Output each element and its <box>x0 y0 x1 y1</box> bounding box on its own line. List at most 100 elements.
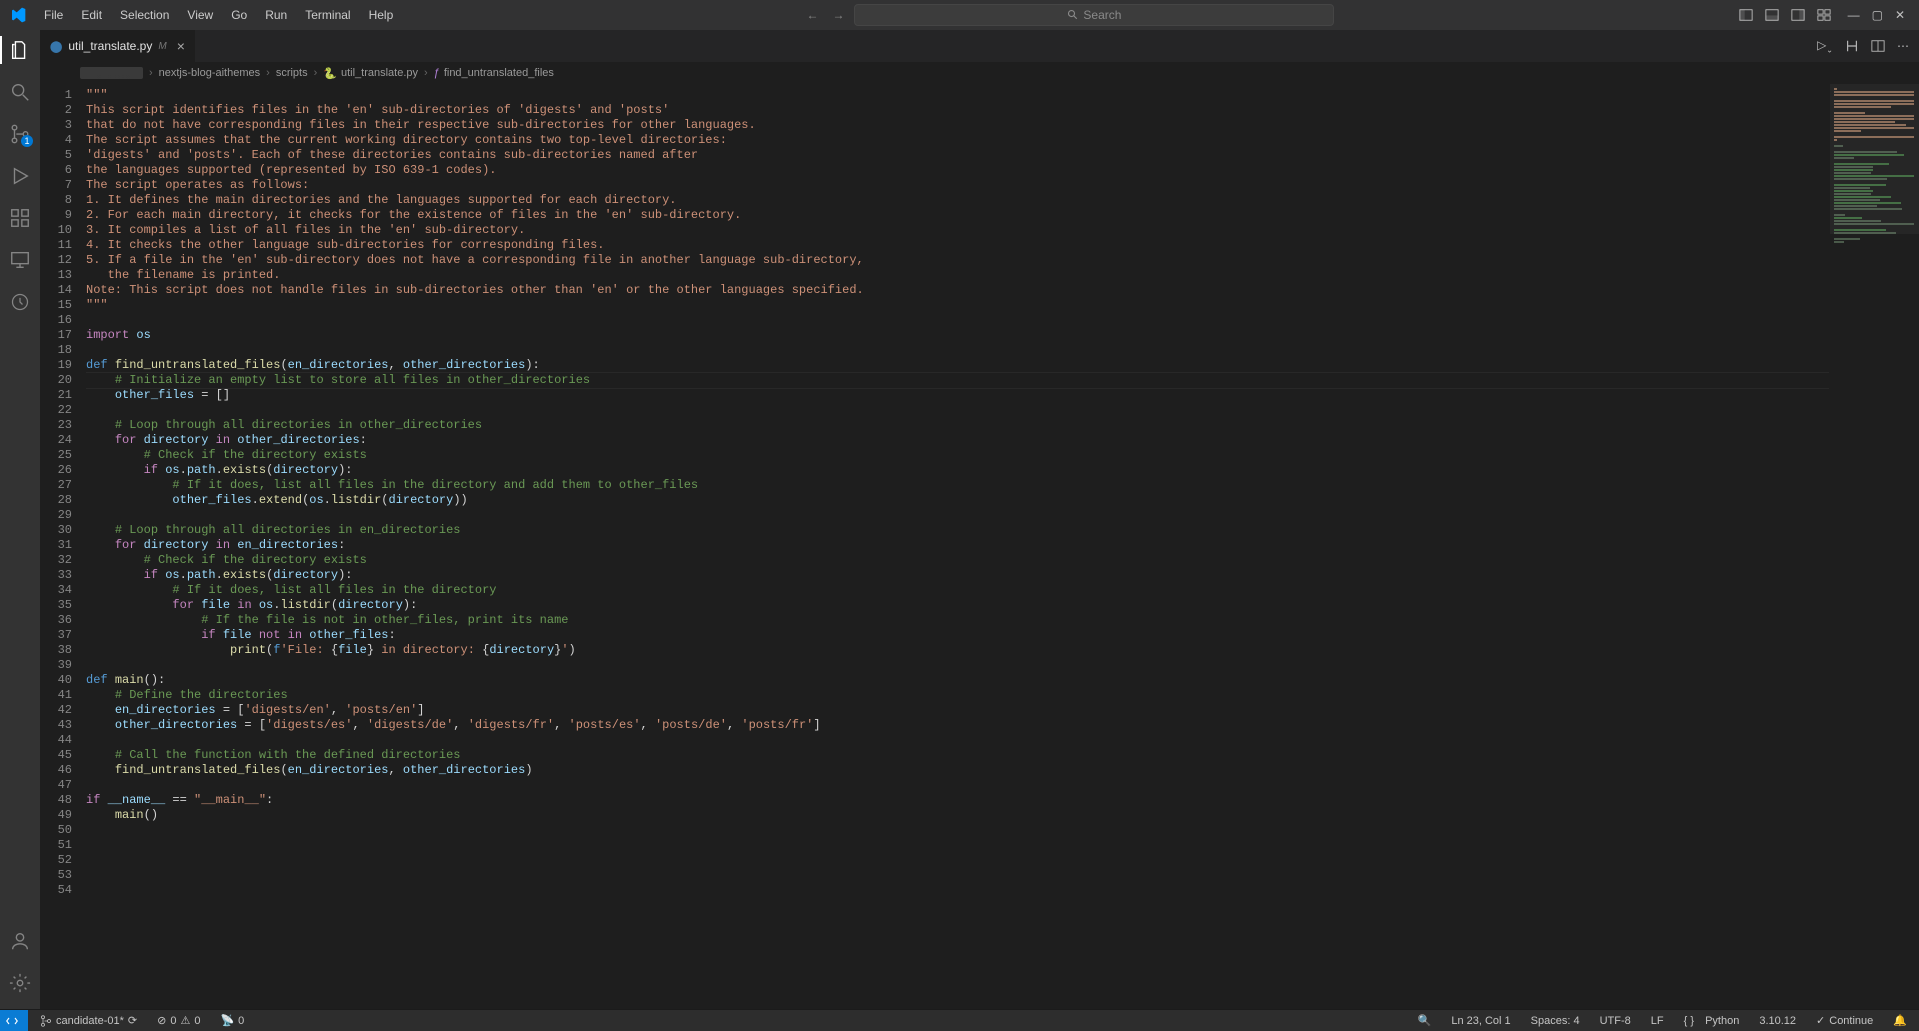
explorer-icon[interactable] <box>8 38 32 62</box>
customize-layout-icon[interactable] <box>1816 7 1832 23</box>
remote-explorer-icon[interactable] <box>8 248 32 272</box>
menu-terminal[interactable]: Terminal <box>297 4 358 26</box>
layout-panel-icon[interactable] <box>1764 7 1780 23</box>
main-menu: FileEditSelectionViewGoRunTerminalHelp <box>36 4 401 26</box>
scm-badge: 1 <box>21 135 33 147</box>
remote-indicator[interactable] <box>0 1010 28 1031</box>
menu-go[interactable]: Go <box>223 4 255 26</box>
code-line <box>86 313 1829 328</box>
search-placeholder: Search <box>1083 8 1121 22</box>
code-line: def find_untranslated_files(en_directori… <box>86 358 1829 373</box>
accounts-icon[interactable] <box>8 929 32 953</box>
run-chevron-icon[interactable]: ▷⌄ <box>1817 38 1833 54</box>
code-line <box>86 778 1829 793</box>
run-debug-icon[interactable] <box>8 164 32 188</box>
compare-changes-icon[interactable] <box>1845 39 1859 53</box>
split-editor-icon[interactable] <box>1871 39 1885 53</box>
nav-back-icon[interactable]: ← <box>804 7 820 23</box>
continue-icon[interactable] <box>8 290 32 314</box>
radio-icon: 📡 <box>220 1014 234 1027</box>
breadcrumbs[interactable]: ░░░░░ › nextjs-blog-aithemes › scripts ›… <box>40 62 1919 84</box>
maximize-button[interactable]: ▢ <box>1872 8 1883 22</box>
code-line: # Loop through all directories in en_dir… <box>86 523 1829 538</box>
menu-view[interactable]: View <box>179 4 221 26</box>
code-line: # Define the directories <box>86 688 1829 703</box>
code-line: """ <box>86 88 1829 103</box>
python-file-icon: ⬤ <box>50 40 62 53</box>
vscode-logo-icon <box>8 5 28 25</box>
layout-sidebar-right-icon[interactable] <box>1790 7 1806 23</box>
sync-icon[interactable]: ⟳ <box>128 1014 137 1027</box>
code-line: main() <box>86 808 1829 823</box>
menu-run[interactable]: Run <box>257 4 295 26</box>
indentation-status[interactable]: Spaces: 4 <box>1527 1015 1584 1027</box>
code-line: for directory in other_directories: <box>86 433 1829 448</box>
minimap[interactable] <box>1829 84 1919 1009</box>
code-editor[interactable]: """This script identifies files in the '… <box>86 84 1829 1009</box>
tab-label: util_translate.py <box>68 39 152 53</box>
menu-file[interactable]: File <box>36 4 71 26</box>
code-line: the languages supported (represented by … <box>86 163 1829 178</box>
code-line <box>86 838 1829 853</box>
menu-help[interactable]: Help <box>361 4 402 26</box>
minimap-viewport[interactable] <box>1830 84 1919 234</box>
menu-selection[interactable]: Selection <box>112 4 177 26</box>
code-line: if __name__ == "__main__": <box>86 793 1829 808</box>
more-actions-icon[interactable]: ⋯ <box>1897 39 1909 53</box>
activity-bar: 1 <box>0 30 40 1009</box>
code-line: # Loop through all directories in other_… <box>86 418 1829 433</box>
code-line: # If it does, list all files in the dire… <box>86 583 1829 598</box>
breadcrumb-redacted[interactable]: ░░░░░ <box>80 67 143 79</box>
editor-tabs: ⬤ util_translate.py M × ▷⌄ ⋯ <box>40 30 1919 62</box>
nav-fwd-icon[interactable]: → <box>830 7 846 23</box>
code-line: # Check if the directory exists <box>86 553 1829 568</box>
layout-sidebar-left-icon[interactable] <box>1738 7 1754 23</box>
code-line: if file not in other_files: <box>86 628 1829 643</box>
problems-status[interactable]: ⊘0 ⚠0 <box>153 1014 204 1027</box>
code-line: # If the file is not in other_files, pri… <box>86 613 1829 628</box>
minimize-button[interactable]: — <box>1848 8 1860 22</box>
code-line <box>86 823 1829 838</box>
encoding-status[interactable]: UTF-8 <box>1596 1015 1635 1027</box>
code-line: 4. It checks the other language sub-dire… <box>86 238 1829 253</box>
extensions-icon[interactable] <box>8 206 32 230</box>
code-line: print(f'File: {file} in directory: {dire… <box>86 643 1829 658</box>
breadcrumb-4[interactable]: ƒfind_untranslated_files <box>434 67 554 79</box>
continue-status[interactable]: ✓ Continue <box>1812 1014 1877 1027</box>
source-control-icon[interactable]: 1 <box>8 122 32 146</box>
tab-modified-badge: M <box>158 41 166 52</box>
code-line: """ <box>86 298 1829 313</box>
tab-close-icon[interactable]: × <box>177 38 185 54</box>
code-line: 2. For each main directory, it checks fo… <box>86 208 1829 223</box>
code-line: find_untranslated_files(en_directories, … <box>86 763 1829 778</box>
cursor-position-status[interactable]: Ln 23, Col 1 <box>1447 1015 1514 1027</box>
search-icon[interactable] <box>8 80 32 104</box>
title-bar: FileEditSelectionViewGoRunTerminalHelp ←… <box>0 0 1919 30</box>
code-line: en_directories = ['digests/en', 'posts/e… <box>86 703 1829 718</box>
eol-status[interactable]: LF <box>1647 1015 1668 1027</box>
language-mode-status[interactable]: { } Python <box>1680 1015 1744 1027</box>
notifications-icon[interactable]: 🔔 <box>1889 1014 1911 1027</box>
zoom-icon: 🔍 <box>1418 1014 1432 1027</box>
code-line: The script assumes that the current work… <box>86 133 1829 148</box>
command-search-input[interactable]: Search <box>854 4 1334 26</box>
breadcrumb-1[interactable]: nextjs-blog-aithemes <box>159 67 261 79</box>
code-line <box>86 733 1829 748</box>
zoom-status[interactable]: 🔍 <box>1414 1014 1436 1027</box>
git-branch-status[interactable]: candidate-01* ⟳ <box>36 1014 141 1027</box>
code-line: for directory in en_directories: <box>86 538 1829 553</box>
code-line: if os.path.exists(directory): <box>86 463 1829 478</box>
settings-gear-icon[interactable] <box>8 971 32 995</box>
close-button[interactable]: ✕ <box>1895 8 1905 22</box>
code-line: other_directories = ['digests/es', 'dige… <box>86 718 1829 733</box>
code-line: that do not have corresponding files in … <box>86 118 1829 133</box>
ports-status[interactable]: 📡0 <box>216 1014 248 1027</box>
breadcrumb-3[interactable]: 🐍util_translate.py <box>323 67 418 80</box>
code-line: Note: This script does not handle files … <box>86 283 1829 298</box>
menu-edit[interactable]: Edit <box>73 4 110 26</box>
python-interpreter-status[interactable]: 3.10.12 <box>1755 1015 1800 1027</box>
code-line: This script identifies files in the 'en'… <box>86 103 1829 118</box>
tab-util-translate[interactable]: ⬤ util_translate.py M × <box>40 30 196 62</box>
breadcrumb-2[interactable]: scripts <box>276 67 308 79</box>
code-line: def main(): <box>86 673 1829 688</box>
